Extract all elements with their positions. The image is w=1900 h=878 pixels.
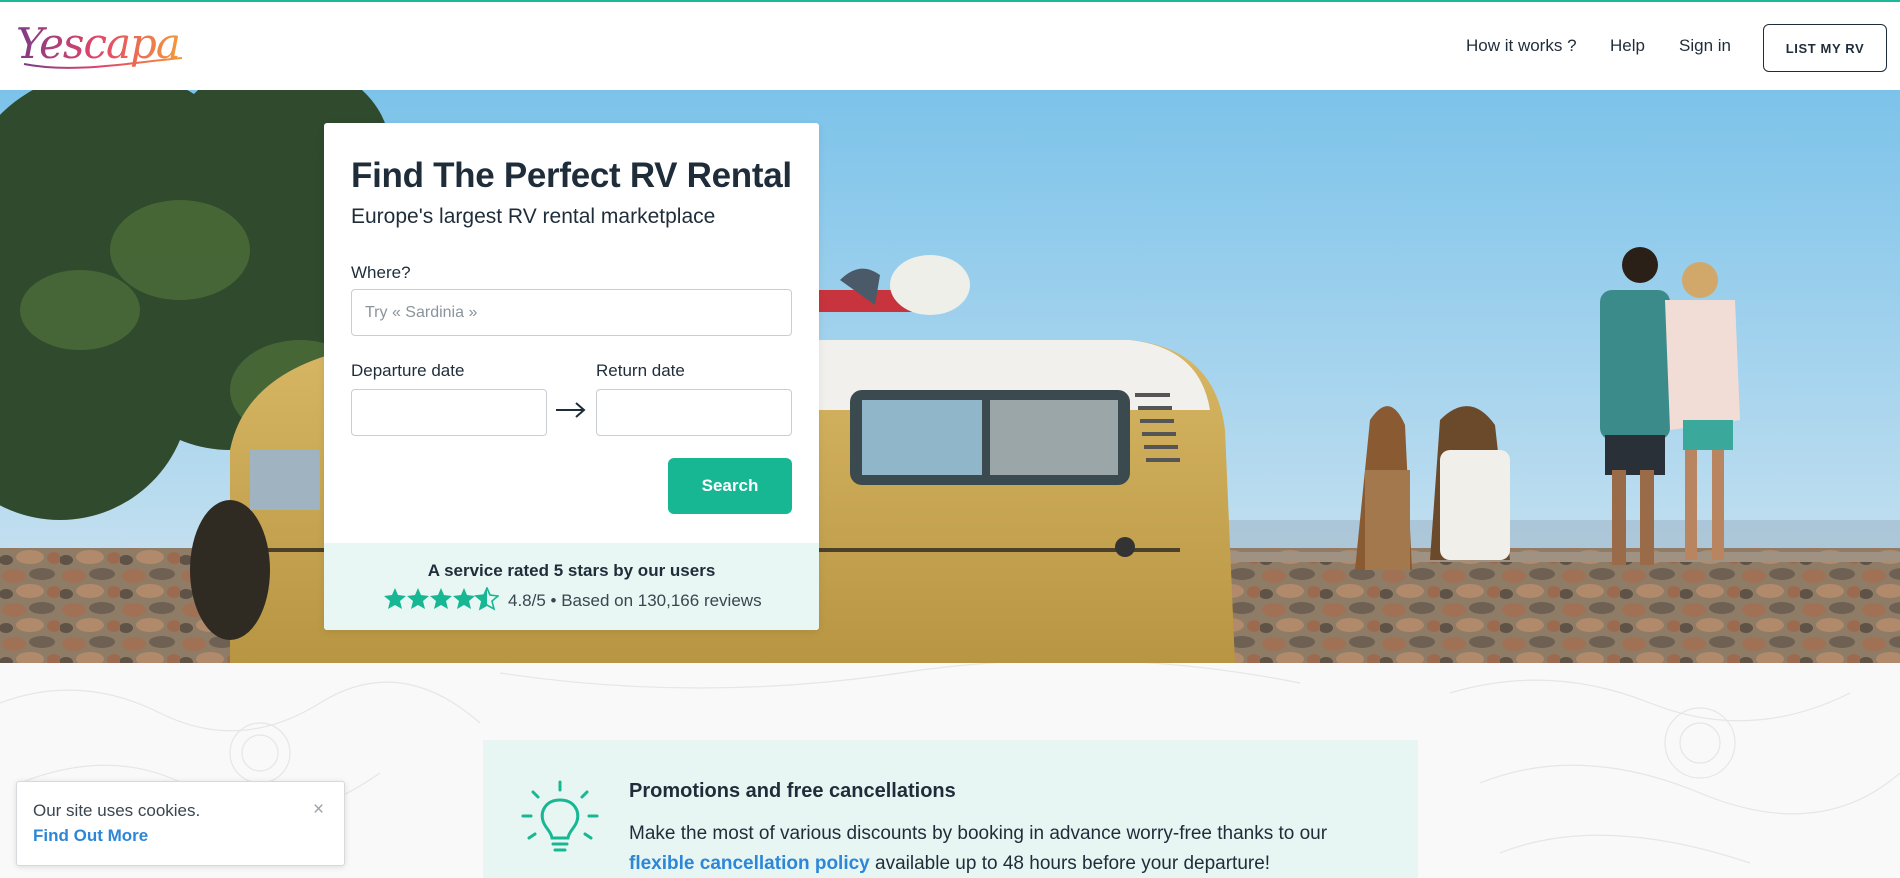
search-card: Find The Perfect RV Rental Europe's larg… bbox=[324, 123, 819, 630]
star-rating-icon bbox=[384, 587, 499, 611]
page-subtitle: Europe's largest RV rental marketplace bbox=[351, 205, 716, 228]
page-title: Find The Perfect RV Rental bbox=[351, 156, 792, 195]
hero-image bbox=[0, 90, 1900, 663]
lightbulb-icon bbox=[521, 780, 599, 852]
return-date-input[interactable] bbox=[596, 389, 792, 436]
list-my-rv-button[interactable]: LIST MY RV bbox=[1763, 24, 1887, 72]
promo-title: Promotions and free cancellations bbox=[629, 780, 956, 802]
rating-summary: 4.8/5 • Based on 130,166 reviews bbox=[508, 591, 762, 610]
rating-title: A service rated 5 stars by our users bbox=[427, 561, 716, 580]
promo-text: Make the most of various discounts by bo… bbox=[629, 819, 1389, 878]
promo-box: Promotions and free cancellations Make t… bbox=[483, 740, 1418, 878]
where-label: Where? bbox=[351, 263, 411, 282]
close-icon[interactable]: × bbox=[313, 799, 324, 821]
header: Yescapa How it works ? Help Sign in LIST… bbox=[0, 2, 1900, 90]
where-input[interactable] bbox=[351, 289, 792, 336]
return-date-label: Return date bbox=[596, 361, 685, 380]
find-out-more-link[interactable]: Find Out More bbox=[33, 826, 148, 846]
rating-banner: A service rated 5 stars by our users 4.8… bbox=[324, 543, 819, 630]
departure-date-label: Departure date bbox=[351, 361, 465, 380]
search-button[interactable]: Search bbox=[668, 458, 792, 514]
promo-text-after: available up to 48 hours before your dep… bbox=[869, 853, 1271, 874]
cookie-text: Our site uses cookies. bbox=[33, 801, 201, 820]
cookie-banner: Our site uses cookies. Find Out More × bbox=[16, 781, 345, 866]
promo-text-before: Make the most of various discounts by bo… bbox=[629, 823, 1328, 844]
cancellation-policy-link[interactable]: flexible cancellation policy bbox=[629, 853, 870, 874]
departure-date-input[interactable] bbox=[351, 389, 547, 436]
yescapa-logo[interactable]: Yescapa bbox=[14, 14, 184, 82]
nav-sign-in[interactable]: Sign in bbox=[1679, 36, 1731, 56]
arrow-right-icon bbox=[556, 402, 586, 418]
nav-how-it-works[interactable]: How it works ? bbox=[1466, 36, 1577, 56]
nav-help[interactable]: Help bbox=[1610, 36, 1645, 56]
